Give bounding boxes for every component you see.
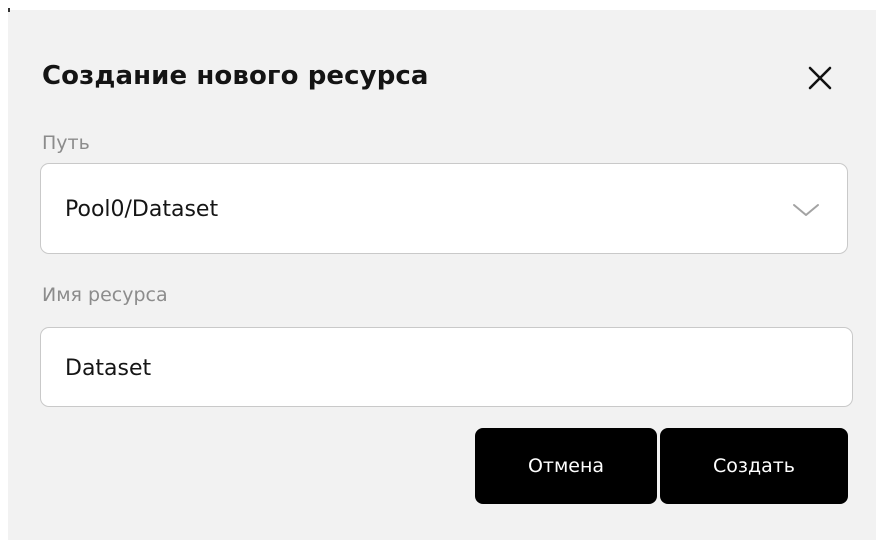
chevron-down-icon bbox=[793, 204, 819, 216]
resource-name-label: Имя ресурса bbox=[42, 284, 168, 306]
path-select[interactable]: Pool0/Dataset bbox=[40, 163, 848, 254]
path-select-value: Pool0/Dataset bbox=[65, 197, 219, 222]
resource-name-input[interactable]: Dataset bbox=[40, 327, 853, 407]
cancel-button[interactable]: Отмена bbox=[475, 428, 657, 504]
close-button[interactable] bbox=[804, 60, 836, 96]
resource-name-value: Dataset bbox=[65, 356, 152, 381]
create-button[interactable]: Создать bbox=[660, 428, 848, 504]
window-edge-mark bbox=[8, 8, 10, 12]
dialog-title: Создание нового ресурса bbox=[42, 61, 429, 91]
path-label: Путь bbox=[42, 132, 90, 154]
close-icon bbox=[808, 66, 832, 90]
